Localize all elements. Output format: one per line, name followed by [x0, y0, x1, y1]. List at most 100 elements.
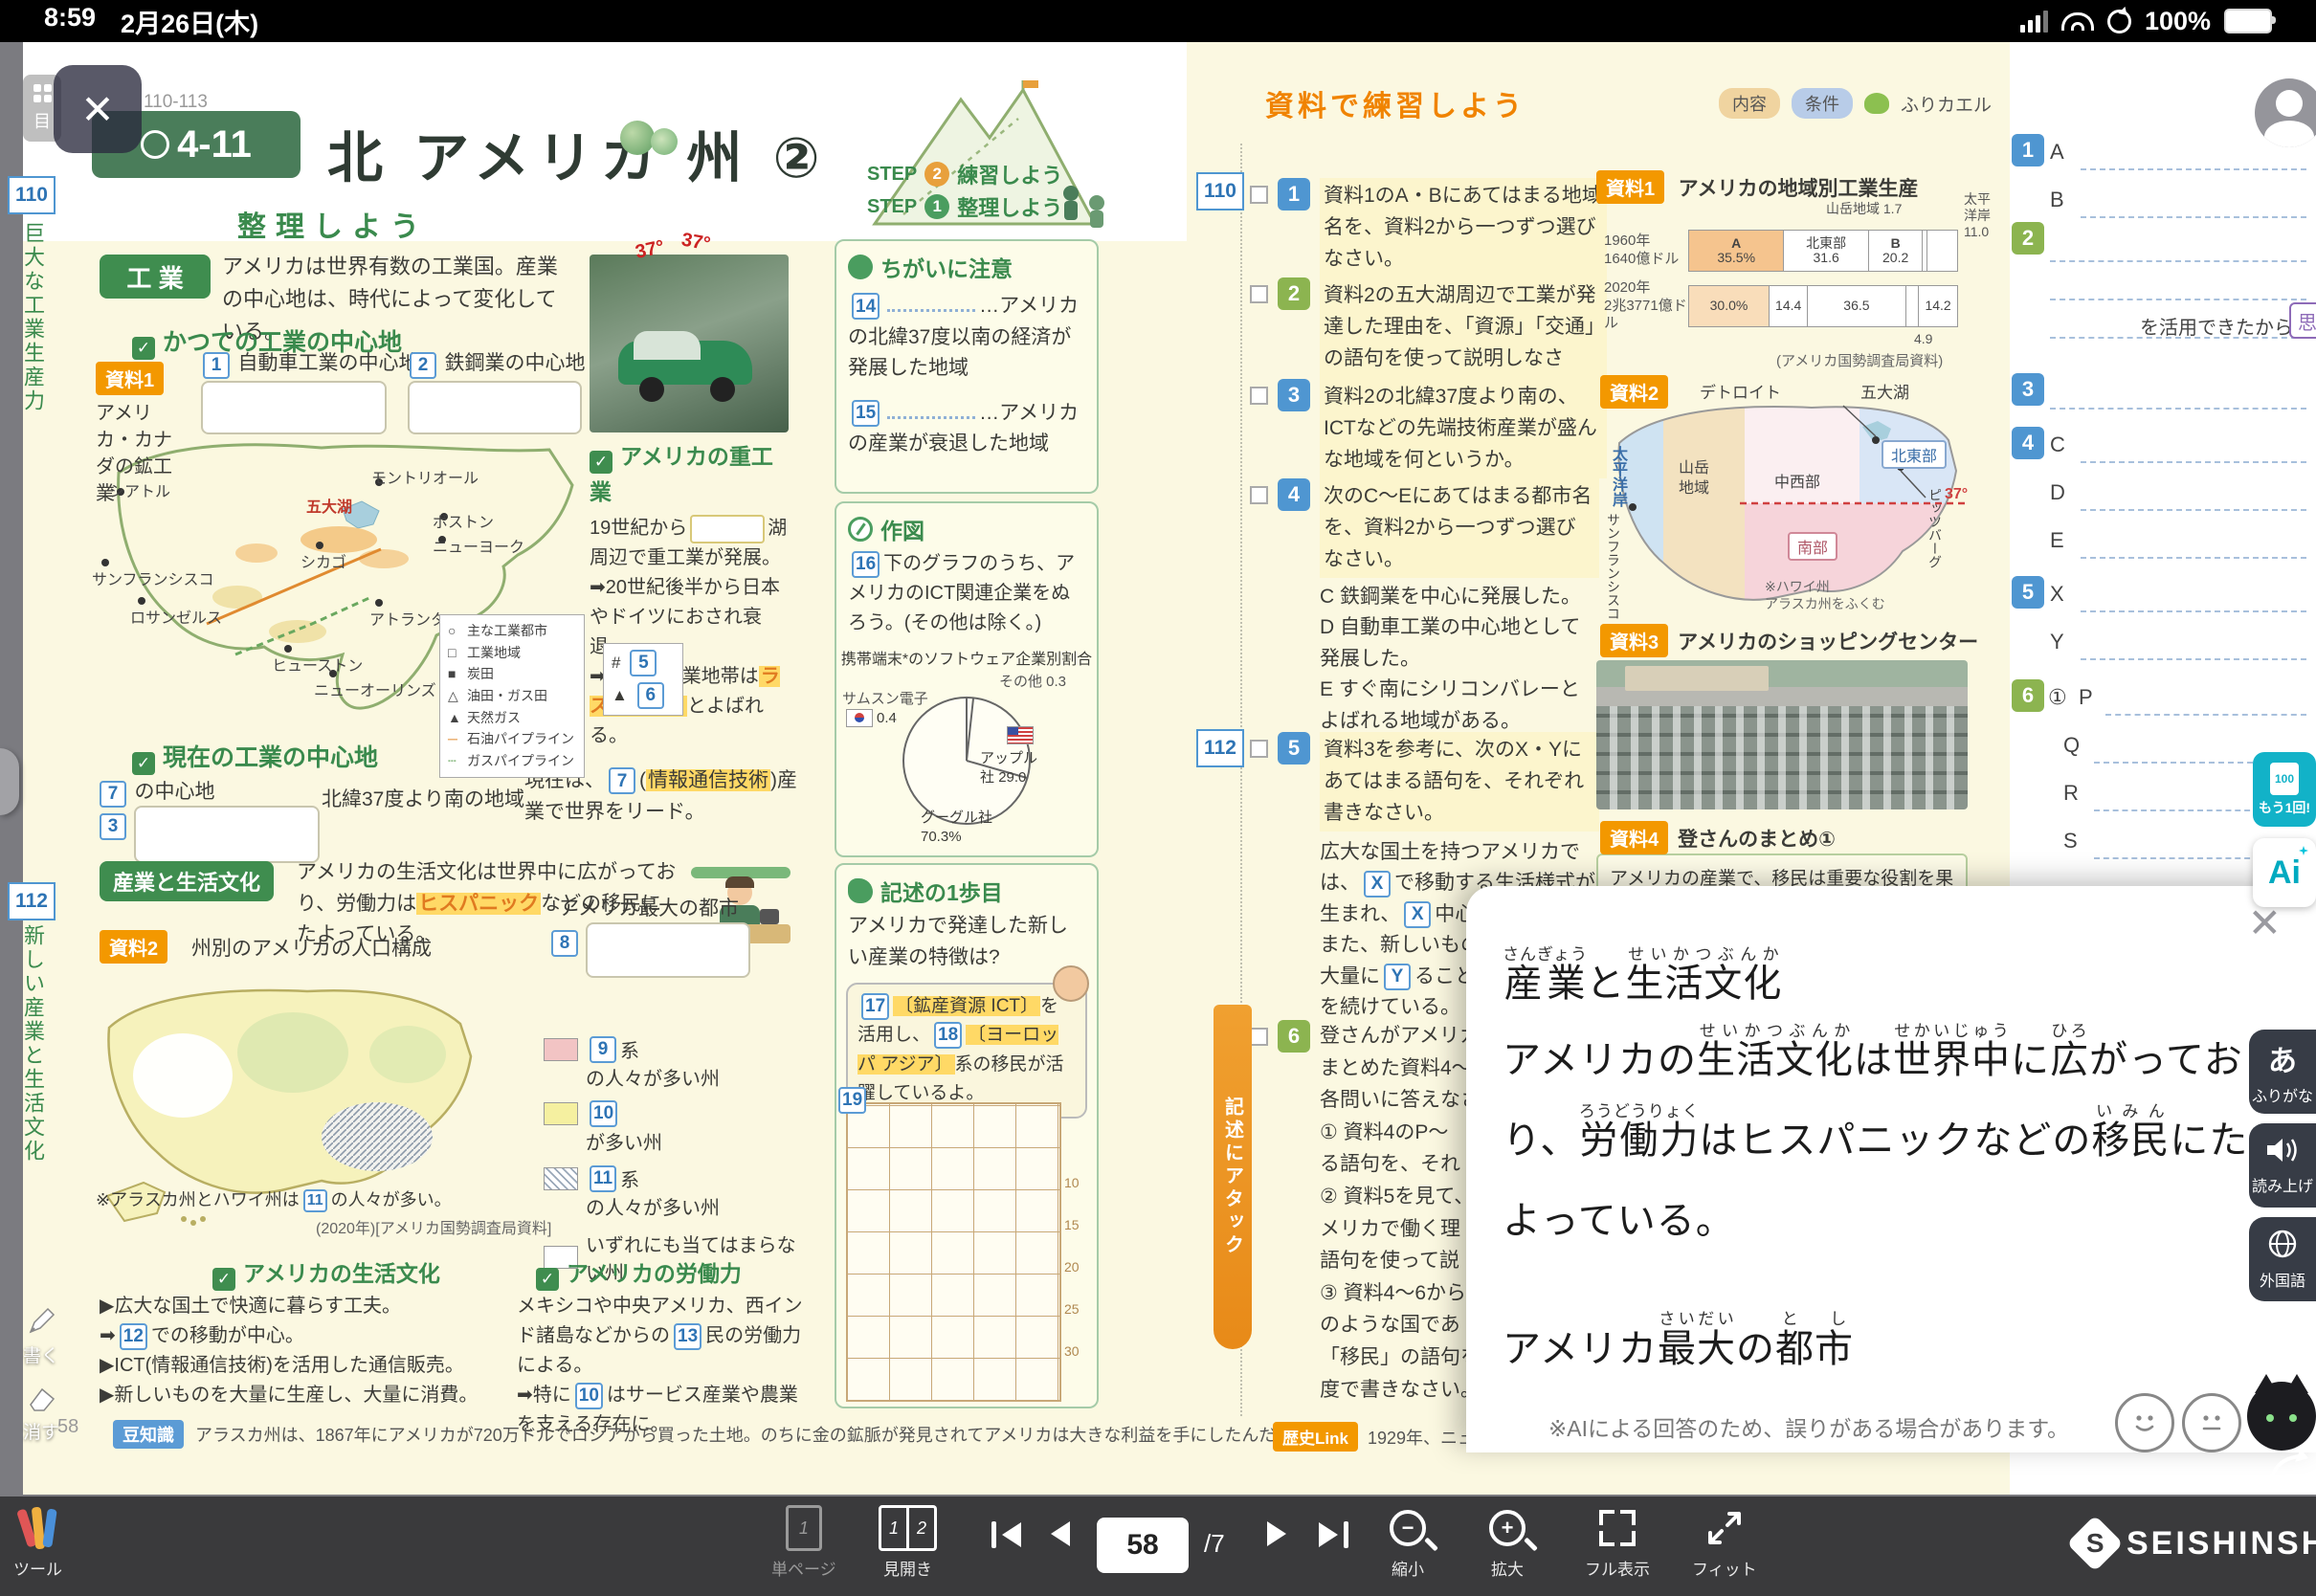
ai-button[interactable]: Ai: [2253, 838, 2316, 907]
legend-symbol: ─: [448, 728, 467, 750]
check-icon: [590, 451, 612, 474]
question-checkbox[interactable]: [1250, 285, 1268, 303]
map-label-sf: サンフランシスコ: [1604, 513, 1623, 620]
blank8-number: 8: [551, 930, 578, 957]
account-avatar[interactable]: [2255, 78, 2316, 147]
blank8-input[interactable]: [586, 922, 750, 978]
blank3-input[interactable]: [134, 806, 320, 863]
right-page-tab-110: 110: [1196, 172, 1244, 211]
answer-X-line[interactable]: [2081, 610, 2306, 612]
feedback-good-button[interactable]: [2115, 1393, 2174, 1452]
page-number-input[interactable]: 58: [1097, 1518, 1189, 1573]
zoom-in-button[interactable]: + 拡大: [1489, 1506, 1525, 1580]
map-label-pacific: 太平洋岸: [1606, 446, 1629, 507]
writing-grid[interactable]: [846, 1102, 1061, 1402]
us-region-map: デトロイト 五大湖 太平洋岸 山岳地域 中西部 北東部 南部 ピッツバーグ サン…: [1596, 390, 1968, 620]
shiryo1-source: (アメリカ国勢調査局資料): [1776, 350, 1943, 370]
read-aloud-button[interactable]: 読み上げ: [2249, 1123, 2316, 1208]
feedback-bad-button[interactable]: [2182, 1393, 2241, 1452]
answer-B-line[interactable]: [2081, 216, 2306, 218]
page-turn-tab[interactable]: [0, 748, 19, 815]
map-label-northeast: 北東部: [1882, 440, 1947, 469]
shiryo1-chip: 資料1: [1596, 170, 1664, 204]
blank2-input[interactable]: [408, 381, 582, 434]
answer2-line1[interactable]: [2050, 260, 2306, 262]
answer-P-line[interactable]: [2105, 714, 2306, 716]
answer-Y-line[interactable]: [2081, 658, 2306, 660]
pie-chart[interactable]: その他 0.3 サムスン電子 0.4 アップル社 29.0 グーグル社70.3%: [836, 669, 1097, 870]
map-note-hawaii: ※ハワイ州アラスカ州をふくむ: [1765, 578, 1885, 612]
answer-D-line[interactable]: [2081, 509, 2306, 511]
question-checkbox[interactable]: [1250, 186, 1268, 204]
eraser-icon: [25, 1382, 57, 1414]
question-checkbox[interactable]: [1250, 740, 1268, 758]
furigana-button[interactable]: あ ふりがな: [2249, 1030, 2316, 1114]
answer-A-line[interactable]: [2081, 168, 2306, 170]
frog-icon: [1864, 93, 1889, 114]
map-label-37: 37°: [1945, 486, 1968, 503]
retry-button[interactable]: 100 もう1回!: [2253, 752, 2316, 827]
pie-other-label: その他 0.3: [999, 671, 1066, 691]
map-label-midwest: 中西部: [1774, 469, 1820, 492]
blank5-number: 5: [630, 650, 657, 676]
pie-google-label: グーグル社70.3%: [921, 809, 1007, 846]
blank6-number: 6: [637, 682, 664, 709]
ai-disclaimer: ※AIによる回答のため、誤りがある場合があります。: [1548, 1410, 2069, 1443]
blank1-input[interactable]: [201, 381, 387, 434]
us-flag-icon: [1007, 726, 1034, 744]
shiryo2-chip: 資料2: [100, 930, 167, 964]
full-view-button[interactable]: フル表示: [1585, 1506, 1650, 1580]
globe-icon: [620, 121, 678, 160]
first-page-button[interactable]: [991, 1521, 1021, 1548]
bar-row-2020: 2020年2兆3771億ドル 30.0% 14.4 36.5 14.2: [1604, 285, 1958, 327]
answer-Q-line[interactable]: [2094, 762, 2253, 764]
blank3-number: 3: [100, 813, 126, 840]
answer-E-line[interactable]: [2081, 557, 2306, 559]
ai-subheading: アメリカ最大さいだいの都市と し: [1503, 1309, 1854, 1389]
check-icon: [536, 1268, 559, 1291]
blank7-number: 7: [100, 781, 126, 808]
last-page-button[interactable]: [1319, 1521, 1348, 1548]
compass-icon: [848, 517, 873, 542]
map-label-mountain: 山岳地域: [1679, 459, 1709, 499]
erase-tool-button[interactable]: 消す: [11, 1382, 71, 1451]
answer-B-label: B: [2050, 188, 2064, 212]
page-curl-icon[interactable]: [2264, 1447, 2308, 1496]
map-city-label: シカゴ: [301, 549, 346, 572]
answer-hispanic: ヒスパニック: [416, 893, 541, 915]
prev-page-button[interactable]: [1051, 1521, 1070, 1546]
answer2-line2[interactable]: [2050, 299, 2306, 300]
answer3-line[interactable]: [2050, 408, 2306, 410]
next-page-button[interactable]: [1267, 1521, 1286, 1546]
spread-view-button[interactable]: 1 2 見開き: [879, 1506, 937, 1580]
answer-blank[interactable]: [690, 515, 765, 543]
answer2-line3[interactable]: [2050, 337, 2306, 339]
brand-logo: S SEISHINSHA: [2075, 1523, 2316, 1563]
single-page-button[interactable]: 1 単ページ: [771, 1506, 836, 1580]
close-button[interactable]: ✕: [54, 65, 142, 153]
app-screen: 8:59 2月26日(木) 100% 目 110-113 ✕ 4-11 北 アメ…: [0, 0, 2316, 1596]
question-checkbox[interactable]: [1250, 387, 1268, 405]
question-checkbox[interactable]: [1250, 486, 1268, 504]
ai-heading: 産業さんぎょうと生活文化せいかつぶんか: [1503, 943, 1782, 1024]
grid-count-mark: 30: [1064, 1343, 1080, 1359]
blank7-ref-number: 7: [609, 767, 635, 794]
write-tool-button[interactable]: 書く: [11, 1305, 71, 1374]
hint-bubble: 17〔鉱産資源 ICT〕を活用し、18〔ヨーロッパ アジア〕系の移民が活躍してい…: [846, 983, 1087, 1119]
fit-button[interactable]: フィット: [1692, 1506, 1757, 1580]
gas-symbol: ▲: [612, 686, 628, 705]
legend-fillin-box[interactable]: #5 ▲6: [603, 643, 683, 716]
question-checkbox[interactable]: [1250, 1028, 1268, 1046]
tools-button[interactable]: ツール: [13, 1506, 62, 1580]
legend-symbol: ○: [448, 620, 467, 642]
industry-tag: 工 業: [100, 255, 211, 299]
answer-E-label: E: [2050, 528, 2064, 553]
zoom-out-button[interactable]: − 縮小: [1390, 1506, 1426, 1580]
answer-C-line[interactable]: [2081, 461, 2306, 463]
foreign-language-button[interactable]: 外国語: [2249, 1217, 2316, 1301]
shiryo3-head: 資料3 アメリカのショッピングセンター: [1600, 624, 1978, 657]
check-icon: [132, 337, 155, 360]
mascot-cat-button[interactable]: [2247, 1382, 2316, 1451]
left-page-tab-112: 112: [8, 882, 56, 920]
legend-symbol: ┄: [448, 750, 467, 772]
